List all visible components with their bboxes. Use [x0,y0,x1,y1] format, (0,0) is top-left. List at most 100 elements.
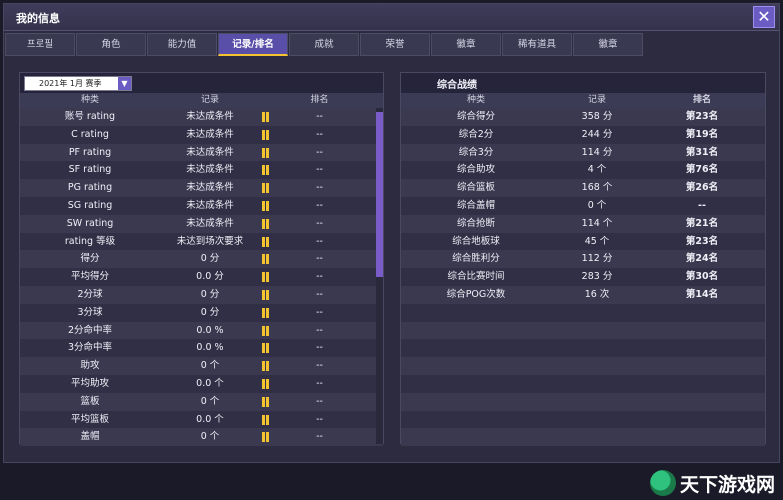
rank-bar-icon [262,129,269,140]
row-record: 未达成条件 [186,217,234,229]
row-record [551,339,643,357]
row-rank [643,375,761,393]
table-row: C rating 未达成条件 -- [20,125,383,144]
row-rank [643,393,761,411]
row-rank: -- [316,182,323,194]
tab-5[interactable]: 荣誉 [360,33,430,56]
row-type: 综合POG次数 [446,288,506,300]
scroll-thumb[interactable] [376,112,383,277]
row-record: 0 个 [200,431,220,443]
table-row: SG rating 未达成条件 -- [20,196,383,215]
table-row: SF rating 未达成条件 -- [20,161,383,180]
row-record [551,322,643,340]
table-row: 盖帽 0 个 -- [20,428,383,447]
row-rank: -- [316,324,323,336]
row-record: 16 次 [584,288,610,300]
row-record [551,393,643,411]
season-record-panel: 2021年 1月 赛季 ▼ 种类 记录 排名 账号 rating 未达成条件 -- C… [19,72,384,447]
row-rank: -- [316,217,323,229]
row-rank: -- [316,146,323,158]
chevron-down-icon[interactable]: ▼ [118,77,131,90]
watermark: 天下游戏网 [649,468,775,498]
rank-bar-icon [262,254,269,265]
row-type: 综合3分 [458,146,494,158]
tab-6[interactable]: 徽章 [431,33,501,56]
column-header-type: 种类 [466,95,485,105]
row-record: 4 个 [587,164,607,176]
table-row [401,339,765,358]
season-dropdown[interactable]: 2021年 1月 赛季 ▼ [24,76,132,91]
row-rank: -- [316,377,323,389]
row-rank: -- [316,235,323,247]
row-record [551,411,643,429]
row-type [401,393,551,411]
row-rank: -- [316,111,323,122]
row-record: 0.0 分 [196,271,224,283]
tab-1[interactable]: 角色 [76,33,146,56]
table-row: 综合胜利分 112 分 第24名 [401,250,765,269]
row-type: 得分 [80,253,100,265]
table-row [401,357,765,375]
row-rank: -- [316,413,323,425]
row-type: PF rating [68,146,112,158]
tab-8[interactable]: 徽章 [573,33,643,56]
row-type: 盖帽 [80,431,100,443]
rank-bar-icon [262,343,269,354]
row-record: 283 分 [581,271,613,283]
table-row: 平均助攻 0.0 个 -- [20,374,383,393]
table-row: 3分球 0 分 -- [20,303,383,322]
row-type [401,357,551,375]
row-type: 综合地板球 [452,235,500,247]
table-row: PG rating 未达成条件 -- [20,179,383,197]
row-record: 168 个 [581,182,613,194]
column-header-rank: 排名 [692,95,711,105]
row-type: 综合盖帽 [456,199,495,211]
rank-bar-icon [262,147,269,158]
column-header-record: 记录 [587,95,606,105]
table-header: 种类 记录 排名 [20,93,383,108]
row-rank [643,411,761,429]
close-button[interactable]: ✕ [753,6,775,28]
row-type [401,375,551,393]
row-rank: -- [316,199,323,211]
rank-bar-icon [262,289,269,300]
tab-2[interactable]: 能力值 [147,33,217,56]
row-rank: -- [698,199,706,211]
row-type: SF rating [68,164,112,176]
row-record: 0 分 [200,288,220,300]
row-record: 未达到场次要求 [176,235,244,247]
row-record: 未达成条件 [186,164,234,176]
tab-4[interactable]: 成就 [289,33,359,56]
season-record-list: 账号 rating 未达成条件 -- C rating 未达成条件 -- PF rating… [20,108,383,447]
rank-bar-icon [262,112,269,122]
table-row [401,303,765,322]
scrollbar[interactable] [376,108,383,444]
table-row: 2分球 0 分 -- [20,285,383,304]
my-info-window: 我的信息 ✕ 프로필 角色 能力值 记录/排名 成就 荣誉 徽章 稀有道具 徽章 2021年 1… [3,3,780,463]
tab-3[interactable]: 记录/排名 [218,33,288,56]
row-record: 未达成条件 [186,182,234,194]
row-type: 账号 rating [64,111,116,122]
row-record: 45 个 [584,235,610,247]
column-header-rank: 排名 [310,95,329,105]
column-header-record: 记录 [200,95,219,105]
table-row: 综合得分 358 分 第23名 [401,108,765,126]
watermark-logo-icon [649,470,676,496]
tab-0[interactable]: 프로필 [5,33,75,56]
row-record: 未达成条件 [186,199,234,211]
row-record [551,428,643,446]
row-type: 平均助攻 [70,377,109,389]
tab-7[interactable]: 稀有道具 [502,33,572,56]
table-row [401,374,765,393]
table-row [401,392,765,411]
row-rank: 第26名 [685,182,719,194]
row-record: 114 分 [581,146,613,158]
table-row: 综合助攻 4 个 第76名 [401,161,765,180]
titlebar: 我的信息 ✕ [4,4,779,31]
row-rank: -- [316,253,323,265]
overall-record-panel: 综合战绩 种类 记录 排名 综合得分 358 分第23名 综合2分 244 分第19名… [400,72,766,447]
row-record: 0 分 [200,253,220,265]
row-type: 3分命中率 [67,342,113,354]
rank-bar-icon [262,361,269,372]
row-record [551,357,643,375]
